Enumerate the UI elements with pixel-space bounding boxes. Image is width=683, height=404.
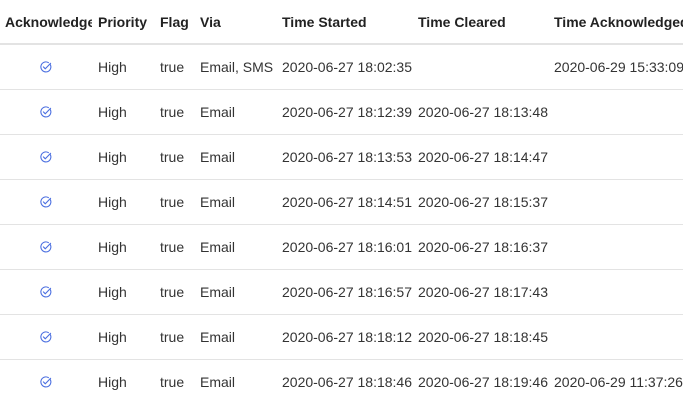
check-circle-icon[interactable] <box>40 376 52 388</box>
priority-cell: High <box>92 89 154 135</box>
column-header-acknowledge[interactable]: Acknowledge <box>0 0 92 45</box>
column-header-time-started[interactable]: Time Started <box>276 0 412 45</box>
time-cleared-cell <box>412 44 548 90</box>
time-started-cell: 2020-06-27 18:13:53 <box>276 134 412 180</box>
check-circle-icon[interactable] <box>40 196 52 208</box>
flag-cell: true <box>154 179 194 225</box>
via-cell: Email <box>194 134 276 180</box>
time-acknowledged-cell <box>548 89 683 135</box>
acknowledge-cell <box>0 179 92 225</box>
flag-cell: true <box>154 89 194 135</box>
check-circle-icon[interactable] <box>40 151 52 163</box>
check-circle-icon[interactable] <box>40 241 52 253</box>
flag-cell: true <box>160 374 185 390</box>
column-header-priority[interactable]: Priority <box>92 0 154 45</box>
time-started-cell: 2020-06-27 18:18:46 <box>282 374 412 390</box>
time-acknowledged-cell <box>548 179 683 225</box>
via-cell: Email <box>194 89 276 135</box>
time-started-cell: 2020-06-27 18:16:57 <box>276 269 412 315</box>
table-row: High true Email 2020-06-27 18:18:12 2020… <box>0 314 683 360</box>
time-cleared-cell: 2020-06-27 18:17:43 <box>412 269 548 315</box>
column-header-time-acknowledged[interactable]: Time Acknowledged <box>548 0 683 45</box>
check-circle-icon[interactable] <box>40 331 52 343</box>
time-acknowledged-cell <box>548 269 683 315</box>
table-row: High true Email 2020-06-27 18:14:51 2020… <box>0 179 683 225</box>
time-cleared-cell: 2020-06-27 18:16:37 <box>412 224 548 270</box>
table-row: High true Email 2020-06-27 18:16:57 2020… <box>0 269 683 315</box>
via-cell: Email <box>194 314 276 360</box>
flag-cell: true <box>154 269 194 315</box>
priority-cell: High <box>92 224 154 270</box>
acknowledge-cell <box>0 89 92 135</box>
time-started-cell: 2020-06-27 18:18:12 <box>276 314 412 360</box>
acknowledge-cell <box>0 44 92 90</box>
acknowledge-cell <box>0 360 92 404</box>
table-row: High true Email, SMS 2020-06-27 18:02:35… <box>0 44 683 90</box>
time-cleared-cell: 2020-06-27 18:13:48 <box>412 89 548 135</box>
check-circle-icon[interactable] <box>40 286 52 298</box>
time-acknowledged-cell: 2020-06-29 15:33:09 <box>548 44 683 90</box>
flag-cell: true <box>154 224 194 270</box>
priority-cell: High <box>92 44 154 90</box>
acknowledge-cell <box>0 269 92 315</box>
time-started-cell: 2020-06-27 18:12:39 <box>276 89 412 135</box>
via-cell: Email <box>194 269 276 315</box>
via-cell: Email <box>200 374 236 390</box>
time-acknowledged-cell: 2020-06-29 11:37:26 <box>554 374 683 390</box>
time-started-cell: 2020-06-27 18:14:51 <box>276 179 412 225</box>
acknowledge-cell <box>0 314 92 360</box>
time-started-cell: 2020-06-27 18:16:01 <box>276 224 412 270</box>
table-row: High true Email 2020-06-27 18:12:39 2020… <box>0 89 683 135</box>
flag-cell: true <box>154 314 194 360</box>
column-header-flag[interactable]: Flag <box>154 0 194 45</box>
time-cleared-cell: 2020-06-27 18:18:45 <box>412 314 548 360</box>
table-row: High true Email 2020-06-27 18:16:01 2020… <box>0 224 683 270</box>
via-cell: Email <box>194 224 276 270</box>
table-row: High true Email 2020-06-27 18:13:53 2020… <box>0 134 683 180</box>
time-cleared-cell: 2020-06-27 18:14:47 <box>412 134 548 180</box>
column-header-via[interactable]: Via <box>194 0 276 45</box>
flag-cell: true <box>154 44 194 90</box>
check-circle-icon[interactable] <box>40 61 52 73</box>
alerts-table: Acknowledge Priority Flag Via Time Start… <box>0 0 683 404</box>
acknowledge-cell <box>0 134 92 180</box>
priority-cell: High <box>98 374 127 390</box>
check-circle-icon[interactable] <box>40 106 52 118</box>
priority-cell: High <box>92 269 154 315</box>
via-cell: Email, SMS <box>194 44 276 90</box>
flag-cell: true <box>154 134 194 180</box>
time-acknowledged-cell <box>548 134 683 180</box>
via-cell: Email <box>194 179 276 225</box>
column-header-time-cleared[interactable]: Time Cleared <box>412 0 548 45</box>
table-header: Acknowledge Priority Flag Via Time Start… <box>0 0 683 45</box>
priority-cell: High <box>92 134 154 180</box>
header-row: Acknowledge Priority Flag Via Time Start… <box>0 0 683 45</box>
time-cleared-cell: 2020-06-27 18:19:46 <box>418 374 548 390</box>
time-cleared-cell: 2020-06-27 18:15:37 <box>412 179 548 225</box>
time-started-cell: 2020-06-27 18:02:35 <box>276 44 412 90</box>
table-row: High true Email 2020-06-27 18:18:46 2020… <box>0 360 683 404</box>
acknowledge-cell <box>0 224 92 270</box>
priority-cell: High <box>92 179 154 225</box>
time-acknowledged-cell <box>548 224 683 270</box>
table-body: High true Email, SMS 2020-06-27 18:02:35… <box>0 44 683 404</box>
time-acknowledged-cell <box>548 314 683 360</box>
priority-cell: High <box>92 314 154 360</box>
